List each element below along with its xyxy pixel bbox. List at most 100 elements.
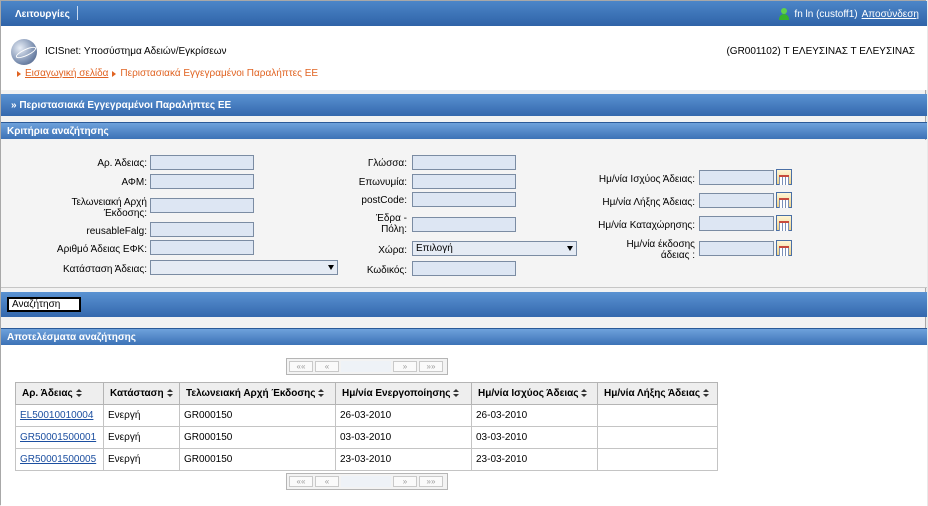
user-icon: [778, 8, 790, 20]
functions-menu[interactable]: Λειτουργίες: [15, 9, 70, 20]
calendar-icon[interactable]: [776, 215, 792, 231]
valid-date-cell: 26-03-2010: [471, 404, 598, 427]
valid-to-input[interactable]: [699, 193, 774, 208]
pager-first-button[interactable]: ««: [289, 361, 313, 372]
breadcrumb-arrow-icon: [112, 70, 117, 77]
page-title: » Περιστασιακά Εγγεγραμένοι Παραλήπτες Ε…: [1, 94, 927, 116]
customs-office-label-line2: Έκδοσης:: [103, 208, 147, 219]
sort-icon[interactable]: [703, 389, 710, 398]
city-label: Έδρα - Πόλη:: [331, 213, 407, 235]
registered-label: Ημ/νία Καταχώρησης:: [598, 220, 695, 231]
column-header-customs-office[interactable]: Τελωνειακή Αρχή Έκδοσης: [179, 382, 336, 405]
license-no-cell[interactable]: GR50001500005: [15, 448, 104, 471]
calendar-icon[interactable]: [776, 240, 792, 256]
valid-from-input[interactable]: [699, 170, 774, 185]
pager-last-button[interactable]: »»: [419, 476, 443, 487]
breadcrumb-home-link[interactable]: Εισαγωγική σελίδα: [25, 68, 108, 79]
sort-icon[interactable]: [166, 389, 173, 398]
search-button[interactable]: Αναζήτηση: [7, 297, 81, 312]
sort-icon[interactable]: [581, 389, 588, 398]
issued-label-line1: Ημ/νία έκδοσης: [626, 239, 695, 250]
column-header-status[interactable]: Κατάσταση: [103, 382, 180, 405]
logout-link[interactable]: Αποσύνδεση: [862, 9, 919, 20]
code-label: Κωδικός:: [366, 265, 407, 276]
afm-label: ΑΦΜ:: [121, 177, 147, 188]
valid-date-cell: 23-03-2010: [471, 448, 598, 471]
pager-bottom: «« « » »»: [286, 473, 448, 490]
search-action-bar: [1, 292, 927, 317]
afm-input[interactable]: [150, 174, 254, 189]
registered-input[interactable]: [699, 216, 774, 231]
table-row: GR50001500005 Ενεργή GR000150 23-03-2010…: [15, 448, 718, 471]
customs-office-label-line1: Τελωνειακή Αρχή: [71, 197, 147, 208]
postcode-input[interactable]: [412, 192, 516, 207]
pager-top: «« « » »»: [286, 358, 448, 375]
license-no-cell[interactable]: GR50001500001: [15, 426, 104, 449]
top-menu-bar: Λειτουργίες fn ln (custoff1) Αποσύνδεση: [1, 1, 927, 26]
valid-date-cell: 03-03-2010: [471, 426, 598, 449]
country-select-value: Επιλογή: [416, 243, 453, 254]
pager-prev-button[interactable]: «: [315, 476, 339, 487]
city-input[interactable]: [412, 217, 516, 232]
status-cell: Ενεργή: [103, 448, 180, 471]
activation-date-cell: 03-03-2010: [335, 426, 472, 449]
pager-prev-button[interactable]: «: [315, 361, 339, 372]
valid-to-label: Ημ/νία Λήξης Άδειας:: [602, 197, 695, 208]
table-row: GR50001500001 Ενεργή GR000150 03-03-2010…: [15, 426, 718, 449]
customs-office-input[interactable]: [150, 198, 254, 213]
status-cell: Ενεργή: [103, 426, 180, 449]
pager-next-button[interactable]: »: [393, 476, 417, 487]
efk-no-label: Αριθμό Άδειας ΕΦΚ:: [56, 244, 147, 255]
reusable-input[interactable]: [150, 222, 254, 237]
language-input[interactable]: [412, 155, 516, 170]
column-header-license-no[interactable]: Αρ. Άδειας: [15, 382, 104, 405]
license-link[interactable]: GR50001500001: [20, 432, 96, 443]
table-header-row: Αρ. Άδειας Κατάσταση Τελωνειακή Αρχή Έκδ…: [15, 382, 718, 405]
pager-last-button[interactable]: »»: [419, 361, 443, 372]
pager-first-button[interactable]: ««: [289, 476, 313, 487]
calendar-icon[interactable]: [776, 192, 792, 208]
valid-from-label: Ημ/νία Ισχύος Άδειας:: [598, 174, 695, 185]
user-label: fn ln (custoff1): [794, 8, 858, 20]
name-label: Επωνυμία:: [358, 177, 407, 188]
breadcrumb: Εισαγωγική σελίδα Περιστασιακά Εγγεγραμέ…: [17, 68, 318, 79]
city-label-line2: Πόλη:: [381, 224, 407, 235]
license-no-label: Αρ. Άδειας:: [97, 158, 147, 169]
postcode-label: postCode:: [361, 195, 407, 206]
issued-label: Ημ/νία έκδοσης άδειας :: [571, 239, 695, 261]
calendar-icon[interactable]: [776, 169, 792, 185]
column-header-activation-date[interactable]: Ημ/νία Ενεργοποίησης: [335, 382, 472, 405]
criteria-header: Κριτήρια αναζήτησης: [1, 122, 927, 139]
customs-office-cell: GR000150: [179, 448, 336, 471]
license-link[interactable]: GR50001500005: [20, 454, 96, 465]
app-title: ICISnet: Υποσύστημα Αδειών/Εγκρίσεων: [45, 46, 227, 57]
status-label: Κατάσταση Άδειας:: [63, 264, 147, 275]
pager-page-indicator: [341, 361, 391, 372]
efk-no-input[interactable]: [150, 240, 254, 255]
results-table: Αρ. Άδειας Κατάσταση Τελωνειακή Αρχή Έκδ…: [15, 382, 718, 471]
sort-icon[interactable]: [75, 389, 82, 398]
country-select[interactable]: Επιλογή: [412, 241, 577, 256]
globe-logo-icon: [11, 39, 37, 65]
license-link[interactable]: EL50010010004: [20, 410, 93, 421]
license-no-input[interactable]: [150, 155, 254, 170]
table-row: EL50010010004 Ενεργή GR000150 26-03-2010…: [15, 404, 718, 427]
issued-label-line2: άδειας :: [660, 250, 695, 261]
license-no-cell[interactable]: EL50010010004: [15, 404, 104, 427]
breadcrumb-arrow-icon: [17, 70, 21, 77]
sort-icon[interactable]: [318, 389, 325, 398]
menu-divider: [77, 6, 78, 20]
pager-next-button[interactable]: »: [393, 361, 417, 372]
column-header-valid-date[interactable]: Ημ/νία Ισχύος Άδειας: [471, 382, 598, 405]
expiry-date-cell: [597, 426, 718, 449]
issued-input[interactable]: [699, 241, 774, 256]
name-input[interactable]: [412, 174, 516, 189]
sort-icon[interactable]: [453, 389, 460, 398]
code-input[interactable]: [412, 261, 516, 276]
app-window: Λειτουργίες fn ln (custoff1) Αποσύνδεση …: [0, 0, 927, 506]
status-select[interactable]: [150, 260, 338, 275]
activation-date-cell: 23-03-2010: [335, 448, 472, 471]
column-header-expiry-date[interactable]: Ημ/νία Λήξης Άδειας: [597, 382, 718, 405]
activation-date-cell: 26-03-2010: [335, 404, 472, 427]
customs-office-label: (GR001102) Τ ΕΛΕΥΣΙΝΑΣ Τ ΕΛΕΥΣΙΝΑΣ: [726, 46, 915, 57]
